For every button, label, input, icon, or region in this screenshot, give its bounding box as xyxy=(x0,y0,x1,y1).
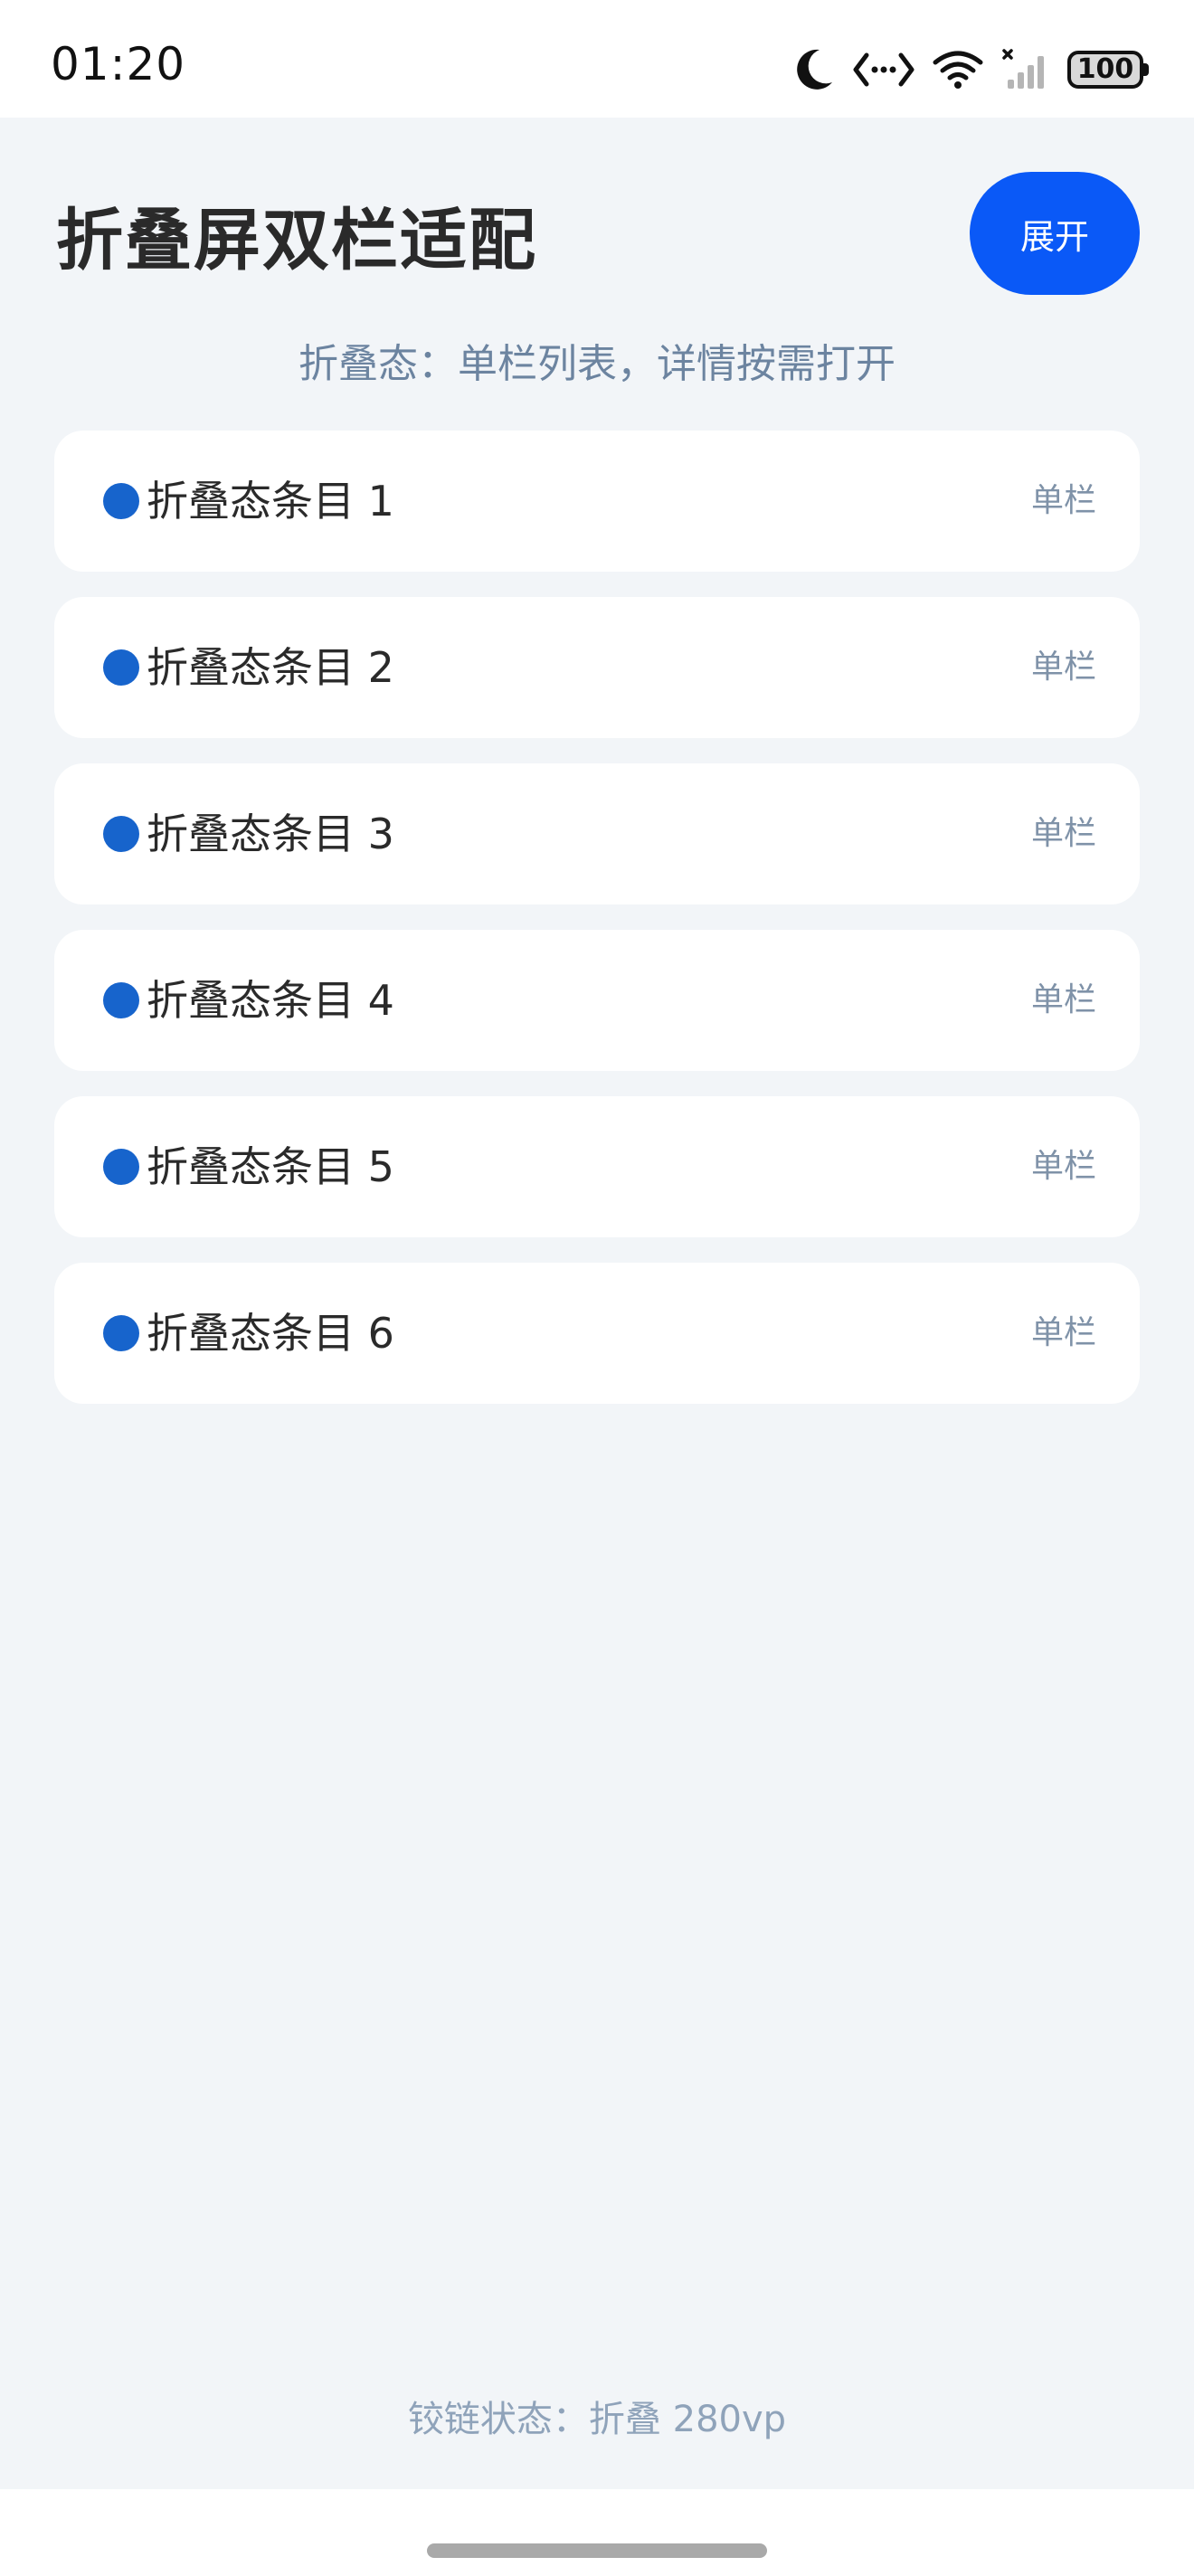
list-item-tag: 单栏 xyxy=(1030,981,1096,1018)
cellular-no-service-icon xyxy=(1000,47,1051,92)
status-bar: 01:20 100 xyxy=(0,0,1194,118)
bullet-dot-icon xyxy=(103,1149,139,1185)
list-item-label: 折叠态条目 3 xyxy=(147,810,394,858)
list-item[interactable]: 折叠态条目 6 单栏 xyxy=(54,1263,1140,1404)
battery-icon: 100 xyxy=(1067,51,1149,89)
battery-level: 100 xyxy=(1076,53,1134,85)
bullet-dot-icon xyxy=(103,982,139,1018)
list-item-tag: 单栏 xyxy=(1030,1314,1096,1351)
list-item-label: 折叠态条目 6 xyxy=(147,1309,394,1358)
home-indicator[interactable] xyxy=(427,2543,767,2558)
item-list: 折叠态条目 1 单栏 折叠态条目 2 单栏 折叠态条目 3 单栏 折叠态条目 4… xyxy=(54,431,1140,1429)
list-item-tag: 单栏 xyxy=(1030,1148,1096,1185)
hinge-status: 铰链状态：折叠 280vp xyxy=(407,2399,787,2440)
list-item-label: 折叠态条目 5 xyxy=(147,1142,394,1191)
code-icon xyxy=(852,50,915,90)
bullet-dot-icon xyxy=(103,483,139,519)
moon-icon xyxy=(792,46,836,93)
list-item-label: 折叠态条目 2 xyxy=(147,643,394,692)
navigation-bar xyxy=(0,2489,1194,2576)
list-item-label: 折叠态条目 4 xyxy=(147,976,394,1025)
list-item[interactable]: 折叠态条目 3 单栏 xyxy=(54,763,1140,904)
status-icons: 100 xyxy=(792,42,1149,98)
status-time: 01:20 xyxy=(51,38,186,90)
expand-button[interactable]: 展开 xyxy=(970,172,1140,295)
list-item-tag: 单栏 xyxy=(1030,482,1096,519)
bullet-dot-icon xyxy=(103,649,139,686)
list-item[interactable]: 折叠态条目 4 单栏 xyxy=(54,930,1140,1071)
list-item-tag: 单栏 xyxy=(1030,649,1096,686)
list-item[interactable]: 折叠态条目 1 单栏 xyxy=(54,431,1140,572)
bullet-dot-icon xyxy=(103,816,139,852)
list-item-tag: 单栏 xyxy=(1030,815,1096,852)
list-item[interactable]: 折叠态条目 5 单栏 xyxy=(54,1096,1140,1237)
page-title: 折叠屏双栏适配 xyxy=(56,202,537,279)
bullet-dot-icon xyxy=(103,1315,139,1351)
layout-mode-subtitle: 折叠态：单栏列表，详情按需打开 xyxy=(298,341,896,387)
wifi-icon xyxy=(932,50,984,90)
list-item-label: 折叠态条目 1 xyxy=(147,477,394,526)
list-item[interactable]: 折叠态条目 2 单栏 xyxy=(54,597,1140,738)
